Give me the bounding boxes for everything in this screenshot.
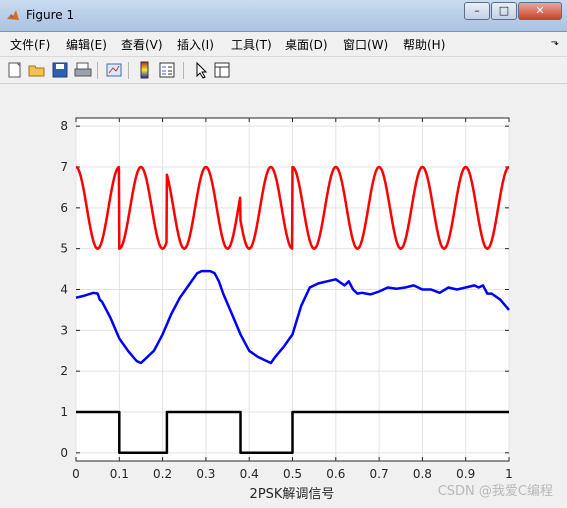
x-tick-label: 0.5 (283, 467, 302, 481)
x-tick-label: 0.3 (196, 467, 215, 481)
watermark-text: CSDN @我爱C编程 (437, 484, 553, 499)
y-tick-label: 8 (60, 119, 68, 133)
figure-canvas: 0 0.1 0.2 0.3 0.4 0.5 0.6 0.7 0.8 0.9 1 0 1 2 3 4 5 6 7 8 2… (0, 84, 567, 508)
y-tick-label: 4 (60, 283, 68, 297)
y-tick-label: 6 (60, 201, 68, 215)
x-tick-label: 0.7 (370, 467, 389, 481)
x-tick-label: 1 (505, 467, 513, 481)
x-tick-label: 0.8 (413, 467, 432, 481)
x-tick-label: 0.4 (240, 467, 259, 481)
y-tick-label: 0 (60, 446, 68, 460)
x-tick-label: 0.2 (153, 467, 172, 481)
y-tick-label: 7 (60, 160, 68, 174)
y-tick-label: 3 (60, 323, 68, 337)
x-tick-label: 0.1 (110, 467, 129, 481)
y-tick-label: 1 (60, 405, 68, 419)
x-axis-label: 2PSK解调信号 (250, 487, 335, 502)
x-tick-label: 0.9 (456, 467, 475, 481)
y-tick-label: 5 (60, 242, 68, 256)
x-tick-label: 0.6 (326, 467, 345, 481)
y-tick-label: 2 (60, 364, 68, 378)
x-tick-label: 0 (72, 467, 80, 481)
